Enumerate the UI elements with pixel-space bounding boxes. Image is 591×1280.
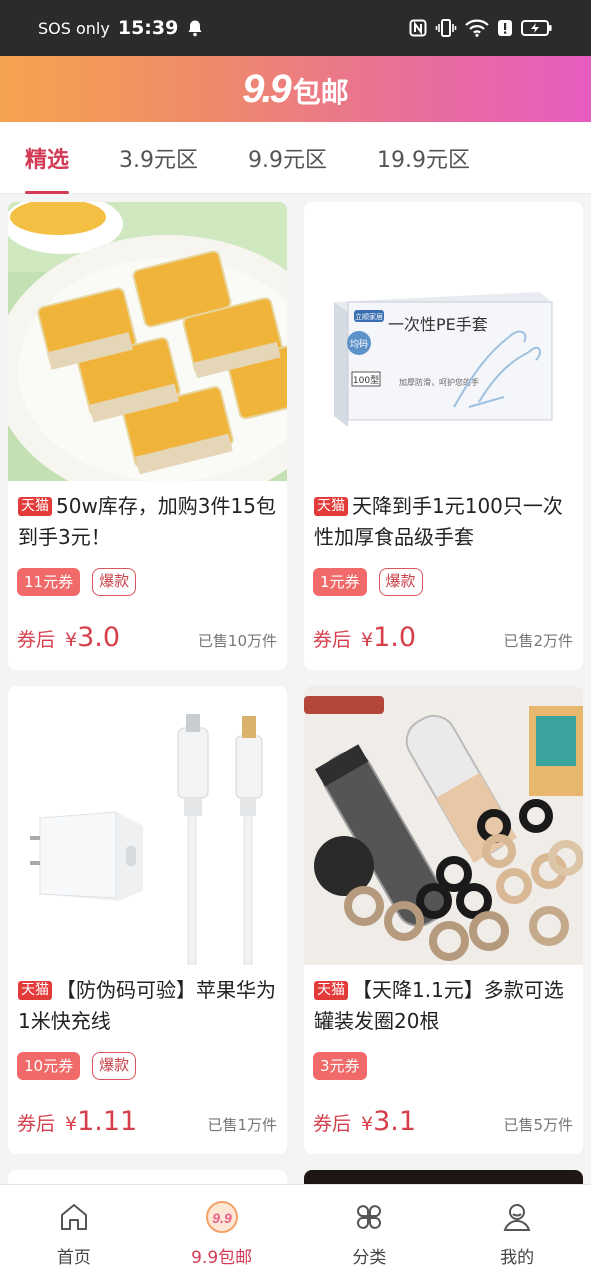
tab-9-9[interactable]: 9.9元区 [248,122,327,194]
logo-number: 9.9 [242,66,292,111]
nav-label: 我的 [500,1248,535,1268]
product-card[interactable]: 天猫 【防伪码可验】苹果华为1米快充线 10元券 爆款 券后 ¥ 1.11 已售1… [8,686,287,1154]
app-logo: 9.9 包邮 [242,67,349,112]
vibrate-icon [435,19,457,37]
product-title[interactable]: 天猫 天降到手1元100只一次性加厚食品级手套 [314,491,573,553]
product-card[interactable]: 立顺家居 一次性PE手套 均码 100型 加厚防滑，呵护您的手 天猫 天降到手1元… [304,202,583,670]
bottom-nav: 首页 9.9 9.9包邮 分类 我的 [0,1184,591,1280]
bell-icon [188,20,202,37]
tag-row: 1元券 爆款 [313,568,423,596]
sold-count: 已售5万件 [503,1116,573,1134]
nine-nine-icon: 9.9 [204,1199,240,1235]
price-value: 1.0 [373,622,417,653]
hot-badge: 爆款 [92,568,137,596]
product-image[interactable] [8,686,287,965]
price-value: 3.0 [77,622,121,653]
nav-nine-nine[interactable]: 9.9 9.9包邮 [148,1185,296,1280]
profile-icon [499,1199,535,1235]
nav-profile[interactable]: 我的 [443,1185,591,1280]
sold-count: 已售2万件 [503,632,573,650]
price-row: 券后 ¥ 1.11 已售1万件 [17,1106,277,1137]
product-card[interactable]: 天猫 50w库存，加购3件15包到手3元！ 11元券 爆款 券后 ¥ 3.0 已售… [8,202,287,670]
currency-symbol: ¥ [361,1113,374,1135]
coupon-badge: 10元券 [17,1052,81,1080]
alert-icon [498,20,512,36]
coupon-badge: 1元券 [313,568,367,596]
status-bar: SOS only 15:39 [0,0,591,56]
svg-text:9.9: 9.9 [212,1210,232,1226]
product-image[interactable] [8,202,287,481]
battery-charging-icon [521,20,552,36]
product-title[interactable]: 天猫 【天降1.1元】多款可选罐装发圈20根 [314,975,573,1037]
sold-count: 已售1万件 [207,1116,277,1134]
svg-text:100型: 100型 [353,375,379,386]
nav-category[interactable]: 分类 [296,1185,444,1280]
svg-text:立顺家居: 立顺家居 [355,312,383,321]
hot-badge: 爆款 [92,1052,137,1080]
coupon-badge: 3元券 [313,1052,367,1080]
price-row: 券后 ¥ 3.1 已售5万件 [313,1106,573,1137]
nav-home[interactable]: 首页 [0,1185,148,1280]
price-value: 3.1 [373,1106,417,1137]
nav-label: 9.9包邮 [191,1248,253,1268]
product-card[interactable]: 天猫 【天降1.1元】多款可选罐装发圈20根 3元券 券后 ¥ 3.1 已售5万件 [304,686,583,1154]
product-title[interactable]: 天猫 50w库存，加购3件15包到手3元！ [18,491,277,553]
tmall-badge: 天猫 [314,981,348,1000]
price-value: 1.11 [77,1106,138,1137]
product-title[interactable]: 天猫 【防伪码可验】苹果华为1米快充线 [18,975,277,1037]
tmall-badge: 天猫 [18,981,52,1000]
currency-symbol: ¥ [65,1113,78,1135]
tag-row: 3元券 [313,1052,367,1080]
carrier-text: SOS only [38,18,110,38]
tmall-badge: 天猫 [314,497,348,516]
nav-label: 首页 [56,1248,91,1268]
category-tabs: 精选 3.9元区 9.9元区 19.9元区 [0,122,591,194]
currency-symbol: ¥ [361,629,374,651]
svg-text:均码: 均码 [350,338,368,350]
home-icon [56,1199,92,1235]
price-prefix: 券后 [17,629,56,651]
tab-19-9[interactable]: 19.9元区 [377,122,470,194]
product-image[interactable] [304,686,583,965]
svg-text:一次性PE手套: 一次性PE手套 [388,315,488,334]
price-row: 券后 ¥ 3.0 已售10万件 [17,622,277,653]
category-icon [351,1199,387,1235]
tab-featured[interactable]: 精选 [25,122,70,194]
tag-row: 11元券 爆款 [17,568,137,596]
app-header: 9.9 包邮 [0,56,591,122]
tab-3-9[interactable]: 3.9元区 [119,122,198,194]
currency-symbol: ¥ [65,629,78,651]
sold-count: 已售10万件 [197,632,277,650]
coupon-badge: 11元券 [17,568,81,596]
tmall-badge: 天猫 [18,497,52,516]
logo-text: 包邮 [292,75,349,109]
nav-label: 分类 [352,1248,387,1268]
product-image[interactable]: 立顺家居 一次性PE手套 均码 100型 加厚防滑，呵护您的手 [304,202,583,481]
tag-row: 10元券 爆款 [17,1052,137,1080]
price-prefix: 券后 [313,629,352,651]
hot-badge: 爆款 [378,568,423,596]
clock: 15:39 [117,17,179,39]
price-prefix: 券后 [17,1113,56,1135]
price-prefix: 券后 [313,1113,352,1135]
nfc-icon [409,19,427,37]
wifi-icon [465,19,489,37]
price-row: 券后 ¥ 1.0 已售2万件 [313,622,573,653]
